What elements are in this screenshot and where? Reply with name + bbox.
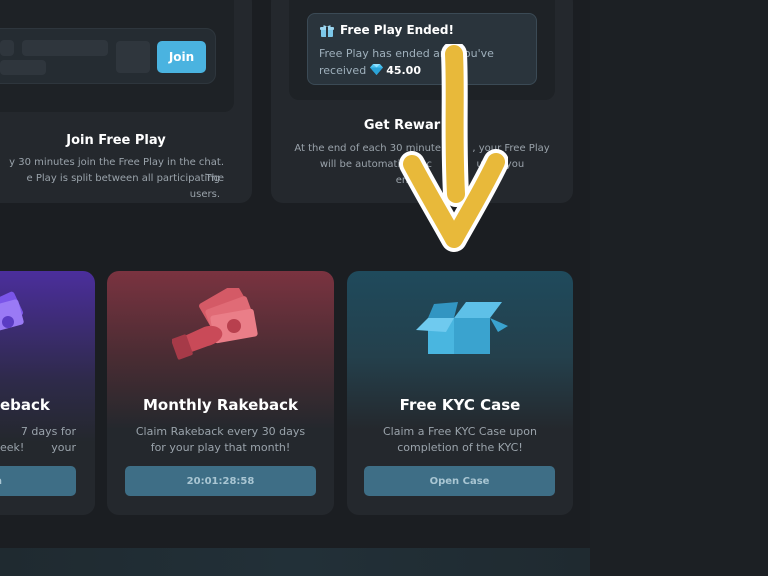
free-play-desc-2: e Play is split between all participatin…: [26, 173, 220, 200]
free-play-title: Join Free Play: [66, 133, 166, 148]
notification-title: Free Play Ended!: [340, 23, 454, 37]
monthly-rakeback-title: Monthly Rakeback: [142, 396, 299, 414]
placeholder-bar: [116, 41, 150, 73]
placeholder-bar: [0, 60, 46, 75]
placeholder-bar: [0, 40, 14, 56]
gift-icon: [320, 23, 334, 37]
cash-hand-icon: [171, 283, 264, 362]
kyc-case-desc: Claim a Free KYC Case upon completion of…: [382, 425, 537, 454]
kyc-case-title: Free KYC Case: [399, 396, 521, 414]
cash-icon: [0, 290, 30, 350]
open-case-button[interactable]: Open Case: [364, 466, 555, 496]
weekly-claim-button[interactable]: n: [0, 466, 76, 496]
bottom-strip: [0, 548, 590, 576]
gem-icon: [369, 63, 383, 75]
monthly-timer-button[interactable]: 20:01:28:58: [125, 466, 316, 496]
monthly-rakeback-desc: Claim Rakeback every 30 days for your pl…: [135, 425, 306, 454]
placeholder-bar: [22, 40, 108, 56]
arrow-down-icon: [398, 41, 509, 254]
weekly-rakeback-title: eback: [0, 396, 50, 414]
page-background-right: [590, 0, 768, 576]
weekly-desc-2: eek!: [0, 441, 25, 454]
open-box-icon: [410, 296, 510, 358]
join-button[interactable]: Join: [157, 41, 206, 73]
